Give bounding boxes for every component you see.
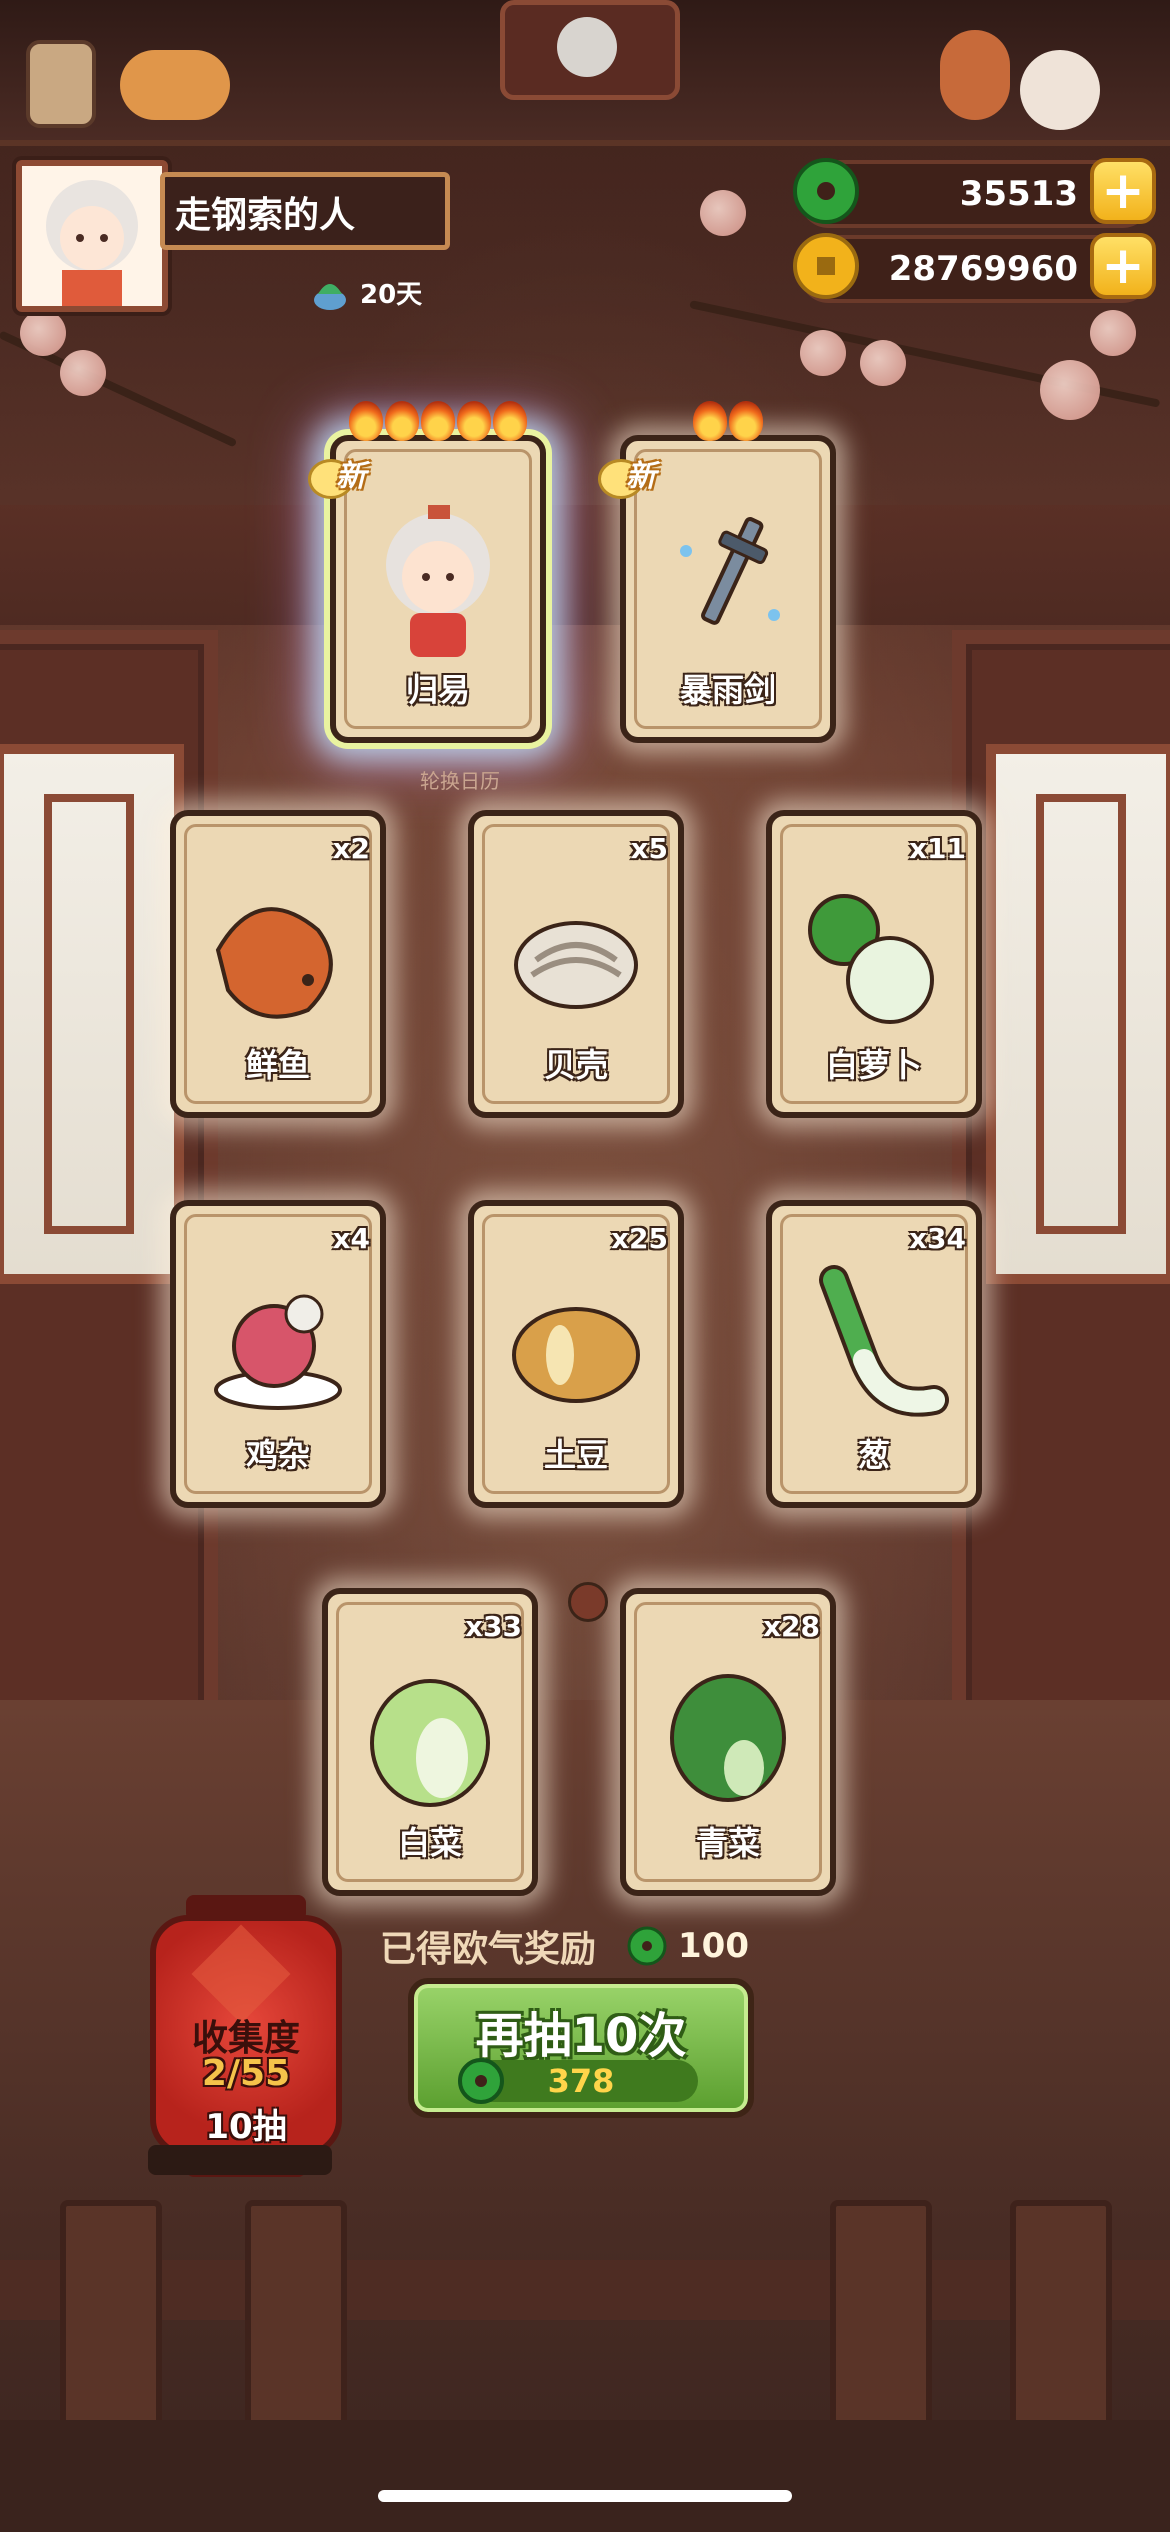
rarity-flames (336, 401, 540, 441)
new-badge: 新 (598, 451, 698, 499)
cat-character-icon (1020, 50, 1100, 130)
card-label: 土豆 (543, 1436, 608, 1474)
days-counter: 20天 (310, 270, 422, 314)
sword-icon (680, 517, 780, 625)
cabbage-icon (370, 1679, 490, 1807)
coin-amount: 28769960 (888, 249, 1078, 289)
add-coin-button[interactable]: + (1090, 233, 1156, 299)
blossom (800, 330, 846, 376)
radish-icon (808, 894, 934, 1024)
card-chicken-offal[interactable]: x4 鸡杂 (170, 1200, 386, 1508)
calendar-label: 轮换日历 (420, 769, 500, 793)
flame-icon (493, 401, 527, 441)
scroll-icon (26, 40, 96, 128)
blossom (700, 190, 746, 236)
card-potato[interactable]: x25 土豆 (468, 1200, 684, 1508)
card-label: 青菜 (695, 1824, 760, 1862)
draw-cost: 378 (458, 2058, 698, 2104)
jade-icon (627, 1926, 667, 1966)
item-count: x33 (464, 1610, 522, 1643)
item-count: x34 (908, 1222, 966, 1255)
player-avatar[interactable] (16, 160, 168, 312)
item-count: x28 (762, 1610, 820, 1643)
blossom (20, 310, 66, 356)
card-greens[interactable]: x28 青菜 (620, 1588, 836, 1896)
planter-icon (314, 284, 346, 310)
flame-icon (421, 401, 455, 441)
card-label: 葱 (857, 1436, 890, 1474)
item-count: x2 (332, 832, 370, 865)
reward-amount: 100 (678, 1926, 749, 1966)
cat-icon (120, 50, 230, 120)
item-count: x4 (332, 1222, 370, 1255)
jade-icon (793, 158, 859, 224)
collection-progress: 2/55 (201, 2053, 291, 2094)
lantern-stand (148, 2145, 332, 2175)
flame-icon (457, 401, 491, 441)
card-label: 鲜鱼 (245, 1046, 310, 1084)
character-guiyi-icon (386, 505, 490, 657)
wall-beam (0, 505, 1170, 625)
player-name: 走钢索的人 (160, 172, 450, 250)
blossom (1040, 360, 1100, 420)
left-door (0, 630, 218, 1738)
flame-icon (693, 401, 727, 441)
elder-icon (557, 17, 617, 77)
reward-line: 已得欧气奖励 100 (380, 1920, 749, 1972)
flame-icon (385, 401, 419, 441)
card-label: 鸡杂 (245, 1436, 310, 1474)
card-cabbage[interactable]: x33 白菜 (322, 1588, 538, 1896)
draw-again-button[interactable]: 再抽10次 378 (408, 1978, 754, 2118)
coin-icon (793, 233, 859, 299)
draw-cost-amount: 378 (547, 2062, 615, 2100)
fence-rail (0, 2260, 1170, 2320)
card-label: 贝壳 (543, 1046, 608, 1084)
blossom (60, 350, 106, 396)
rarity-flames (626, 401, 830, 441)
home-indicator[interactable] (378, 2490, 792, 2502)
center-knob-icon (568, 1582, 608, 1622)
card-guiyi[interactable]: 新 归易 (308, 401, 546, 743)
card-label: 暴雨剑 (679, 671, 776, 709)
jade-currency: 35513 + (793, 158, 1156, 228)
flame-icon (349, 401, 383, 441)
bottom-strip (0, 2420, 1170, 2532)
collection-draws: 10抽 (205, 2107, 287, 2147)
bok-choy-icon (670, 1674, 786, 1802)
chef-character-icon (940, 30, 1010, 120)
card-shell[interactable]: x5 贝壳 (468, 810, 684, 1118)
blossom (1090, 310, 1136, 356)
add-jade-button[interactable]: + (1090, 158, 1156, 224)
item-count: x25 (610, 1222, 668, 1255)
draw-again-label: 再抽10次 (475, 2008, 687, 2064)
potato-icon (512, 1307, 640, 1403)
card-label: 白菜 (397, 1824, 462, 1862)
card-label: 白萝卜 (825, 1046, 922, 1084)
fish-icon (215, 907, 333, 1019)
card-fish[interactable]: x2 鲜鱼 (170, 810, 386, 1118)
shell-icon (514, 921, 638, 1009)
days-text: 20天 (360, 279, 423, 310)
portrait-frame (500, 0, 680, 100)
collection-lantern[interactable]: 收集度 2/55 10抽 (150, 1895, 342, 2177)
card-radish[interactable]: x11 白萝卜 (766, 810, 982, 1118)
item-count: x5 (630, 832, 668, 865)
flame-icon (729, 401, 763, 441)
coin-currency: 28769960 + (793, 233, 1156, 303)
card-label: 归易 (405, 671, 470, 709)
scallion-icon (819, 1265, 949, 1417)
right-door (952, 630, 1170, 1738)
jade-amount: 35513 (959, 174, 1078, 214)
reward-label: 已得欧气奖励 (380, 1929, 597, 1970)
blossom (860, 340, 906, 386)
card-scallion[interactable]: x34 葱 (766, 1200, 982, 1508)
chicken-icon (214, 1294, 342, 1410)
item-count: x11 (908, 832, 966, 865)
card-baoyu-sword[interactable]: 新 暴雨剑 (598, 401, 836, 743)
new-badge: 新 (308, 451, 408, 499)
